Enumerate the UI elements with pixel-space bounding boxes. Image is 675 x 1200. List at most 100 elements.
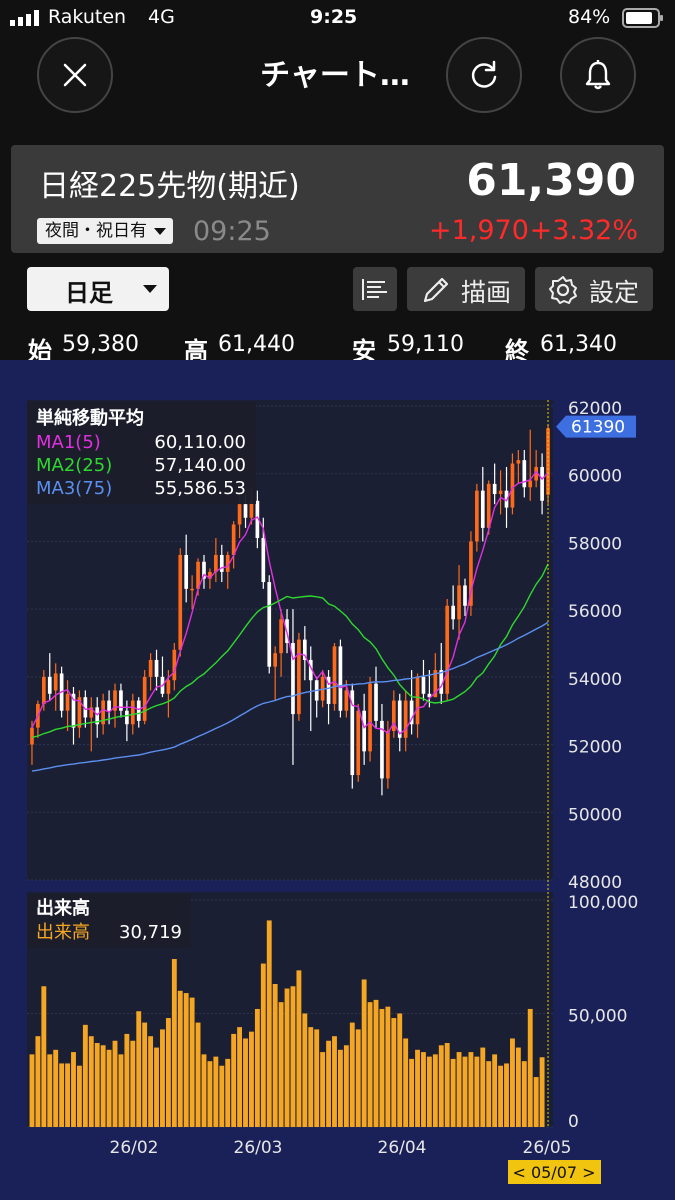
volume-bar — [278, 1002, 284, 1127]
ma-legend-name: MA1(5) — [36, 432, 101, 453]
volume-bar — [468, 1052, 474, 1127]
indicator-list-button[interactable] — [353, 267, 397, 311]
volume-bar — [243, 1038, 248, 1127]
candle-body — [267, 582, 272, 667]
candle-body — [463, 585, 467, 606]
volume-bar — [231, 1033, 237, 1127]
volume-bar — [492, 1054, 498, 1127]
volume-bar — [195, 1022, 201, 1127]
volume-bar — [391, 1018, 397, 1127]
candle-body — [279, 619, 283, 654]
volume-bar — [302, 1013, 308, 1127]
candle-body — [178, 554, 183, 650]
session-dropdown[interactable]: 夜間・祝日有 — [37, 218, 173, 244]
volume-bar — [456, 1052, 462, 1127]
candle-body — [451, 605, 455, 620]
chevron-down-icon — [143, 285, 157, 293]
close-button[interactable] — [37, 37, 113, 113]
volume-bar — [76, 1065, 82, 1127]
candle-body — [344, 690, 349, 711]
price-tick-label: 52000 — [568, 738, 622, 758]
volume-bar — [249, 1031, 254, 1127]
candle-body — [41, 676, 46, 704]
volume-bar — [510, 1038, 515, 1127]
volume-bar — [426, 1056, 432, 1127]
candle-body — [338, 646, 343, 711]
volume-bar — [450, 1058, 456, 1127]
volume-tick-label: 50,000 — [568, 1007, 627, 1027]
volume-bar — [254, 1008, 260, 1127]
chevron-down-icon — [154, 228, 166, 235]
volume-bar — [59, 1063, 65, 1127]
volume-bar — [47, 1054, 53, 1127]
candle-body — [142, 676, 147, 721]
instrument-panel: 日経225先物(期近) 61,390 夜間・祝日有 09:25 +1,970 +… — [11, 145, 664, 253]
volume-bar — [165, 1018, 171, 1127]
candle-body — [510, 463, 515, 508]
candle-body — [386, 731, 390, 779]
draw-label: 描画 — [461, 278, 512, 307]
volume-bar — [207, 1061, 213, 1127]
status-bar: Rakuten 4G 9:25 84% — [0, 0, 675, 38]
ma-legend-title: 単純移動平均 — [36, 407, 144, 429]
date-tick-label: 26/03 — [234, 1138, 283, 1158]
candle-body — [540, 466, 544, 501]
candle-body — [214, 554, 218, 572]
volume-bar — [112, 1040, 118, 1127]
volume-bar — [474, 1056, 480, 1127]
volume-bar — [189, 997, 195, 1127]
volume-bar — [486, 1061, 492, 1127]
price-tick-label: 50000 — [568, 805, 622, 825]
instrument-name: 日経225先物(期近) — [39, 169, 300, 204]
volume-tick-label: 100,000 — [568, 893, 638, 913]
bell-icon — [585, 60, 611, 90]
volume-bar — [521, 1061, 527, 1127]
candle-body — [125, 710, 129, 725]
volume-bar — [160, 1029, 165, 1127]
price-change-percent: +3.32% — [529, 215, 638, 246]
volume-bar — [53, 1049, 59, 1127]
candle-body — [415, 676, 420, 725]
date-tick-label: 26/05 — [523, 1138, 572, 1158]
ma-legend-value: 55,586.53 — [154, 478, 246, 499]
volume-bar — [438, 1045, 444, 1127]
date-tick-label: 26/02 — [110, 1138, 159, 1158]
period-label: 日足 — [65, 279, 113, 307]
price-chart[interactable]: 6200060000580005600054000520005000048000… — [0, 360, 675, 1200]
volume-bar — [343, 1045, 349, 1127]
volume-legend-title: 出来高 — [36, 897, 90, 919]
volume-bar — [171, 959, 177, 1127]
low-value: 59,110 — [387, 332, 464, 357]
candle-body — [332, 646, 337, 704]
notification-button[interactable] — [560, 37, 636, 113]
settings-button[interactable]: 設定 — [535, 267, 653, 311]
volume-tick-label: 0 — [568, 1112, 579, 1132]
candle-body — [486, 483, 491, 528]
list-icon — [362, 279, 387, 300]
volume-bar — [260, 963, 266, 1127]
candle-body — [362, 710, 366, 752]
volume-bar — [88, 1036, 94, 1127]
volume-legend-value: 30,719 — [119, 922, 182, 943]
volume-bar — [527, 1008, 533, 1127]
refresh-button[interactable] — [446, 37, 522, 113]
candle-body — [184, 554, 189, 589]
candle-body — [368, 683, 372, 752]
close-icon — [63, 63, 87, 87]
volume-bar — [296, 970, 302, 1127]
candle-body — [47, 676, 52, 694]
volume-bar — [320, 1052, 326, 1127]
volume-bar — [355, 1029, 361, 1127]
candle-body — [522, 460, 527, 488]
battery-icon — [622, 8, 664, 32]
volume-bar — [213, 1056, 219, 1127]
period-dropdown[interactable]: 日足 — [27, 267, 169, 311]
carrier-name: Rakuten — [48, 6, 127, 28]
draw-button[interactable]: 描画 — [407, 267, 525, 311]
volume-bar — [326, 1040, 331, 1127]
candle-body — [356, 710, 361, 776]
candle-body — [528, 480, 533, 488]
clock: 9:25 — [310, 6, 358, 28]
gear-icon — [549, 276, 577, 304]
ma-legend-name: MA2(25) — [36, 455, 112, 476]
